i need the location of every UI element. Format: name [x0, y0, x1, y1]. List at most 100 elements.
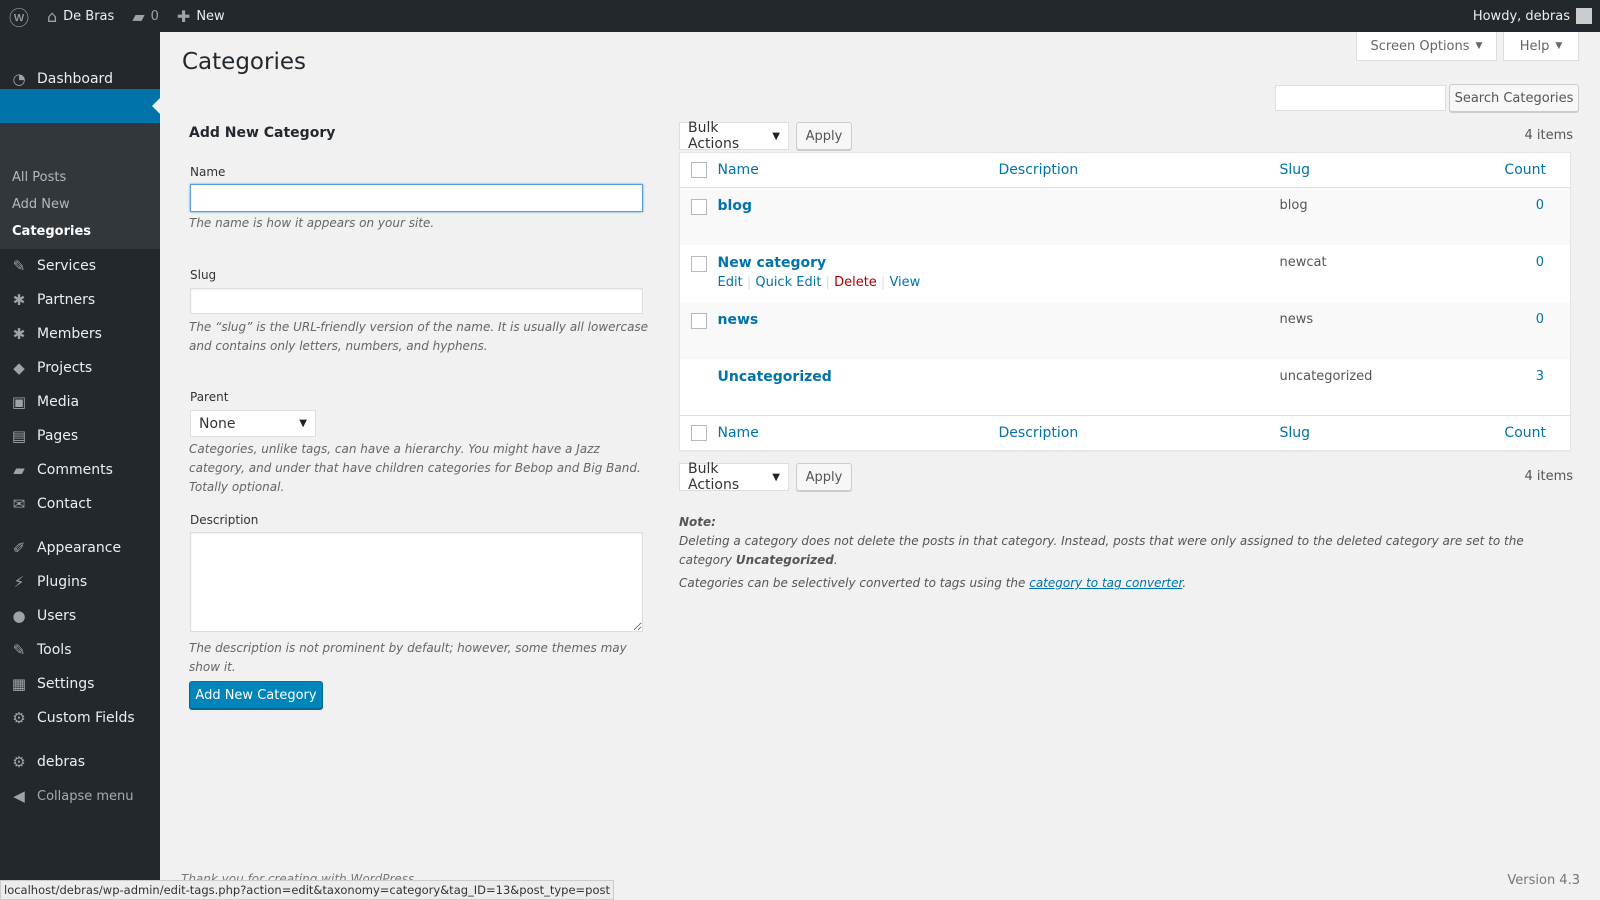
column-name[interactable]: Name [717, 152, 999, 188]
wordpress-logo-button[interactable]: ⓦ [0, 0, 38, 32]
sidebar-item-label: Services [37, 258, 97, 274]
new-content-link[interactable]: ✚ New [168, 0, 234, 32]
add-new-category-button[interactable]: Add New Category [189, 681, 323, 709]
apply-button-top[interactable]: Apply [796, 122, 852, 150]
category-slug: newcat [1279, 254, 1327, 270]
sidebar-item-comments[interactable]: ▰ Comments [0, 453, 160, 487]
submenu-all-posts[interactable]: All Posts [0, 164, 160, 191]
comment-icon: ▰ [13, 461, 25, 479]
comment-count: 0 [150, 8, 159, 24]
search-categories-input[interactable] [1275, 85, 1446, 111]
category-converter-link[interactable]: category to tag converter [1029, 576, 1182, 590]
category-count-link[interactable]: 0 [1536, 198, 1544, 213]
category-count-link[interactable]: 0 [1536, 255, 1544, 270]
collapse-menu-button[interactable]: ◀ Collapse menu [0, 779, 160, 813]
category-count-link[interactable]: 0 [1536, 312, 1544, 327]
row-checkbox[interactable] [690, 199, 707, 215]
sidebar-item-settings[interactable]: ▦ Settings [0, 667, 160, 701]
note-period: . [1182, 576, 1187, 590]
delete-link[interactable]: Delete [834, 275, 877, 290]
note-text-2: Categories can be selectively converted … [679, 576, 1030, 590]
dropdown-arrow-icon: ▼ [299, 418, 307, 429]
site-name-link[interactable]: ⌂ De Bras [38, 0, 123, 32]
sidebar-item-tools[interactable]: ✎ Tools [0, 633, 160, 667]
column-description[interactable]: Description [998, 152, 1280, 188]
quick-edit-link[interactable]: Quick Edit [755, 275, 821, 290]
row-checkbox[interactable] [690, 255, 707, 272]
bulk-actions-select-top[interactable]: Bulk Actions ▼ [679, 120, 789, 152]
select-all-checkbox[interactable] [690, 162, 707, 178]
view-link[interactable]: View [889, 275, 920, 290]
help-button[interactable]: Help ▼ [1503, 32, 1579, 61]
category-name-link[interactable]: blog [718, 198, 752, 214]
sidebar-item-services[interactable]: ✎ Services [0, 249, 160, 283]
name-hint: The name is how it appears on your site. [189, 216, 435, 230]
parent-hint: Categories, unlike tags, can have a hier… [189, 442, 641, 494]
sidebar-item-custom-fields[interactable]: ⚙ Custom Fields [0, 701, 160, 735]
media-icon: ▣ [11, 393, 27, 411]
parent-select[interactable]: None ▼ [190, 410, 316, 437]
category-description [998, 187, 1280, 245]
comments-link[interactable]: ▰ 0 [123, 0, 168, 32]
description-textarea[interactable] [190, 532, 643, 632]
sidebar-item-label: Plugins [37, 574, 88, 590]
category-count-link[interactable]: 3 [1536, 369, 1544, 384]
account-menu[interactable]: Howdy, debras [1473, 0, 1592, 32]
category-description [999, 359, 1280, 416]
sidebar-item-pages[interactable]: ▤ Pages [0, 419, 160, 453]
submenu-categories[interactable]: Categories [0, 218, 160, 245]
help-label: Help [1519, 38, 1550, 54]
howdy-text: Howdy, debras [1472, 8, 1570, 24]
note-section: Note: Deleting a category does not delet… [679, 513, 1559, 593]
gear-icon: ⚙ [12, 753, 26, 771]
category-description [998, 301, 1280, 359]
name-input[interactable] [190, 184, 643, 212]
sidebar-item-posts[interactable] [0, 89, 160, 123]
sidebar-item-media[interactable]: ▣ Media [0, 385, 160, 419]
sidebar-item-label: Custom Fields [37, 710, 135, 726]
note-period: . [833, 553, 838, 567]
name-label: Name [190, 165, 226, 179]
select-all-checkbox-bottom[interactable] [690, 425, 707, 441]
link-text: category to tag converter [1029, 576, 1183, 590]
category-slug: news [1279, 301, 1440, 359]
sidebar-item-label: Users [37, 608, 77, 624]
slug-hint: The “slug” is the URL-friendly version o… [189, 320, 649, 353]
bulk-actions-label: Bulk Actions [688, 120, 740, 152]
sidebar-item-appearance[interactable]: ✐ Appearance [0, 531, 160, 565]
row-checkbox[interactable] [690, 312, 707, 329]
slug-input[interactable] [190, 288, 643, 314]
sidebar-item-dashboard[interactable]: ◔ Dashboard [0, 69, 160, 89]
column-slug[interactable]: Slug [1279, 415, 1440, 451]
sidebar-item-projects[interactable]: ◆ Projects [0, 351, 160, 385]
column-description[interactable]: Description [998, 415, 1280, 451]
collapse-label: Collapse menu [37, 788, 134, 804]
sidebar-item-plugins[interactable]: ⚡ Plugins [0, 565, 160, 599]
column-count[interactable]: Count [1439, 415, 1571, 451]
version-text: Version 4.3 [1507, 873, 1580, 888]
sidebar-item-users[interactable]: ● Users [0, 599, 160, 633]
sidebar-item-contact[interactable]: ✉ Contact [0, 487, 160, 521]
sidebar-item-label: Comments [37, 462, 113, 478]
sidebar-item-label: Dashboard [37, 71, 113, 87]
bulk-actions-select-bottom[interactable]: Bulk Actions ▼ [679, 461, 789, 493]
edit-link[interactable]: Edit [718, 275, 743, 290]
category-name-link[interactable]: news [718, 312, 759, 328]
search-categories-button[interactable]: Search Categories [1449, 84, 1579, 112]
sidebar-item-partners[interactable]: ✱ Partners [0, 283, 160, 317]
apply-button-bottom[interactable]: Apply [796, 463, 852, 491]
submenu-add-new[interactable]: Add New [0, 191, 160, 218]
column-count[interactable]: Count [1439, 152, 1571, 188]
description-hint: The description is not prominent by defa… [189, 641, 627, 674]
comment-icon: ▰ [132, 6, 145, 26]
column-name[interactable]: Name [717, 415, 999, 451]
sidebar-item-debras[interactable]: ⚙ debras [0, 745, 160, 779]
category-name-link[interactable]: Uncategorized [718, 369, 832, 385]
page-title: Categories [182, 49, 306, 75]
form-heading: Add New Category [189, 125, 336, 141]
category-name-link[interactable]: New category [718, 255, 827, 271]
sidebar-item-members[interactable]: ✱ Members [0, 317, 160, 351]
screen-options-button[interactable]: Screen Options ▼ [1356, 32, 1497, 61]
column-slug[interactable]: Slug [1279, 152, 1440, 188]
screen-options-label: Screen Options [1370, 38, 1470, 54]
